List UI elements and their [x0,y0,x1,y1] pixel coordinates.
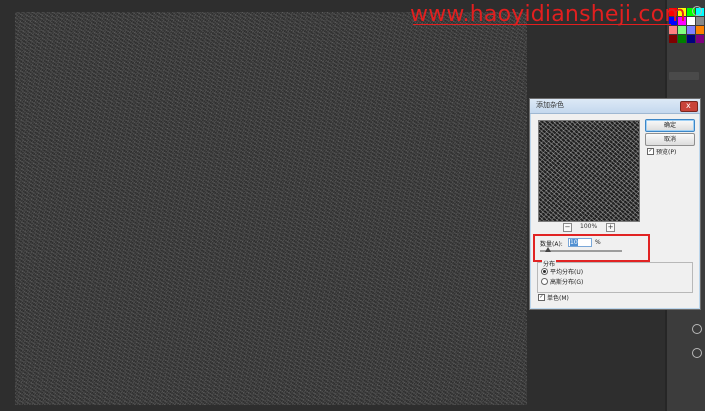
amount-unit: % [595,239,601,246]
zoom-out-button[interactable]: − [563,223,572,232]
preview-checkbox-row[interactable]: ✓ 预览(P) [647,148,677,157]
zoom-controls: − 100% + [538,223,640,233]
preview-label: 预览(P) [656,149,677,156]
ok-button[interactable]: 确定 [645,119,695,132]
eye-icon[interactable] [692,324,702,334]
zoom-in-button[interactable]: + [606,223,615,232]
add-noise-dialog: 添加杂色 x − 100% + 确定 取消 ✓ 预览(P) 数量(A): 10 %… [529,98,701,310]
watermark-underline [413,24,671,25]
zoom-level: 100% [580,223,598,230]
uniform-radio[interactable] [541,268,548,275]
preview-checkbox[interactable]: ✓ [647,148,654,155]
uniform-option[interactable]: 平均分布(U) [541,268,584,277]
dialog-titlebar[interactable]: 添加杂色 x [530,99,700,114]
distribution-group [537,262,693,293]
dialog-title: 添加杂色 [536,101,564,109]
swatch-light-blue[interactable] [687,26,695,34]
amount-value: 10 [570,239,578,246]
distribution-title: 分布 [542,259,557,268]
amount-label: 数量(A): [540,241,563,248]
document-canvas[interactable] [15,12,527,405]
watermark-url: www.haoyidiansheji.com [410,2,687,27]
close-icon: x [686,101,691,110]
swatch-navy[interactable] [687,35,695,43]
gaussian-option[interactable]: 高斯分布(G) [541,278,584,287]
monochromatic-row[interactable]: ✓ 单色(M) [538,294,569,303]
swatch-orange[interactable] [696,26,704,34]
monochromatic-checkbox[interactable]: ✓ [538,294,545,301]
settings-icon[interactable] [692,6,702,16]
amount-slider[interactable] [540,250,622,252]
uniform-label: 平均分布(U) [550,269,584,276]
photoshop-window: www.haoyidiansheji.com 添加杂色 x − 100% + 确… [0,0,705,411]
amount-slider-thumb[interactable] [545,247,551,252]
panel-tab[interactable] [669,72,699,80]
swatch-purple[interactable] [696,35,704,43]
swatch-dark-green[interactable] [678,35,686,43]
swatch-white[interactable] [687,17,695,25]
swatch-gray[interactable] [696,17,704,25]
gaussian-radio[interactable] [541,278,548,285]
monochromatic-label: 单色(M) [547,295,569,302]
gaussian-label: 高斯分布(G) [550,279,584,286]
amount-input[interactable]: 10 [568,238,592,247]
eye-icon[interactable] [692,348,702,358]
close-button[interactable]: x [680,101,698,112]
swatch-dark-red[interactable] [669,35,677,43]
preview-image[interactable] [538,120,640,222]
cancel-button[interactable]: 取消 [645,133,695,146]
